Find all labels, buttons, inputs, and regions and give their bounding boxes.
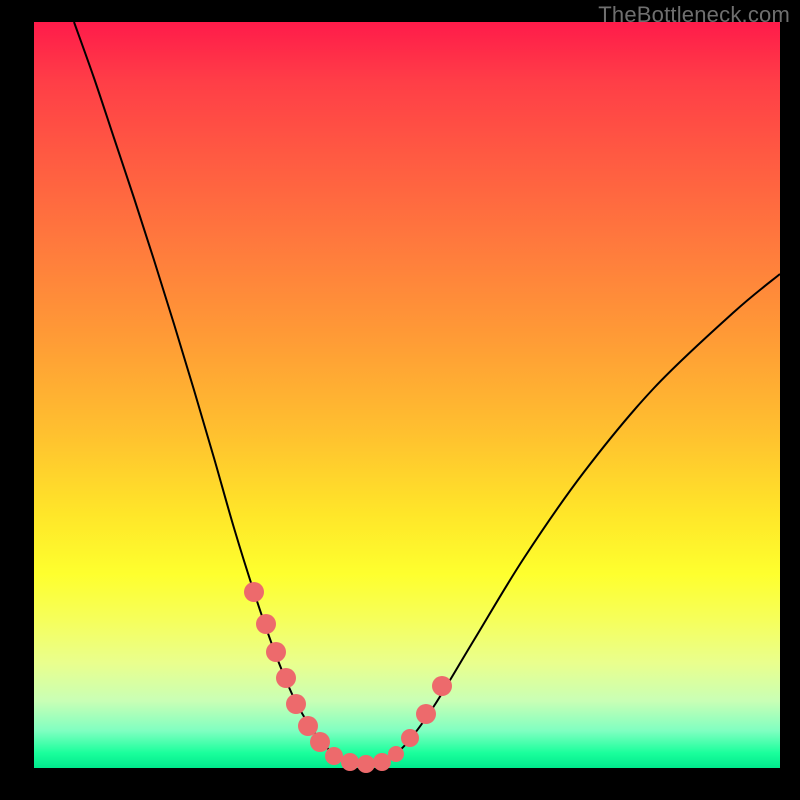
watermark-text: TheBottleneck.com [598, 2, 790, 28]
curve-markers [244, 582, 452, 773]
curve-marker [416, 704, 436, 724]
curve-marker [244, 582, 264, 602]
curve-marker [266, 642, 286, 662]
curve-marker [432, 676, 452, 696]
curve-layer [34, 22, 780, 768]
bottleneck-curve [74, 22, 780, 764]
curve-marker [310, 732, 330, 752]
curve-marker [341, 753, 359, 771]
curve-marker [401, 729, 419, 747]
curve-marker [388, 746, 404, 762]
curve-marker [325, 747, 343, 765]
curve-marker [298, 716, 318, 736]
plot-area [34, 22, 780, 768]
curve-marker [357, 755, 375, 773]
chart-frame: TheBottleneck.com [0, 0, 800, 800]
curve-marker [286, 694, 306, 714]
curve-marker [256, 614, 276, 634]
curve-marker [276, 668, 296, 688]
